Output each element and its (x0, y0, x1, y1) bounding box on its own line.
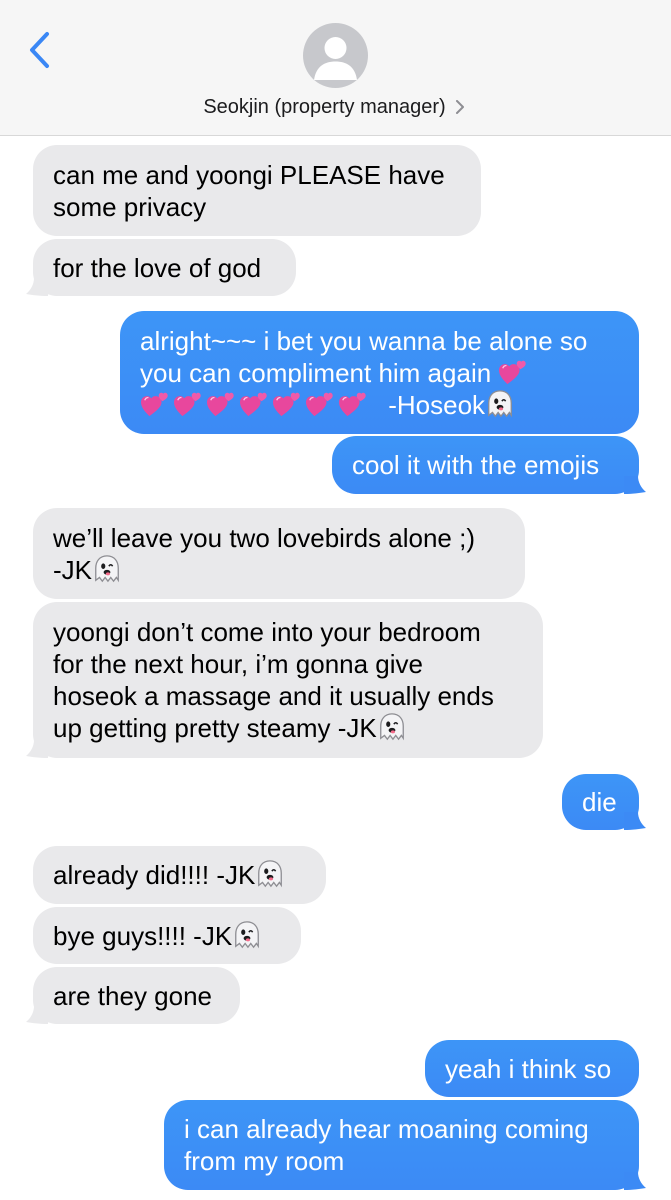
contact-name-button[interactable]: Seokjin (property manager) (0, 94, 671, 120)
bubble-tail (26, 740, 48, 758)
back-button[interactable] (22, 28, 62, 72)
ghost-icon (485, 389, 515, 419)
person-silhouette-icon (314, 37, 357, 80)
two-hearts-icon (173, 390, 203, 418)
bubble-tail (624, 812, 646, 830)
message-line: from my room (184, 1146, 345, 1176)
message-bubble-outgoing[interactable]: cool it with the emojis (332, 436, 646, 494)
message-line: die (582, 787, 617, 817)
ghost-icon (92, 554, 122, 584)
message-line: i can already hear moaning coming (184, 1114, 589, 1144)
bubble-tail (624, 476, 646, 494)
ghost-icon (232, 920, 262, 950)
message-bubble-outgoing[interactable]: yeah i think so (425, 1040, 639, 1097)
message-bubble-incoming[interactable]: are they gone (26, 967, 240, 1024)
message-line: cool it with the emojis (352, 450, 600, 480)
message-line: we’ll leave you two lovebirds alone ;) (53, 522, 475, 553)
message-line: hoseok a massage and it usually ends (53, 681, 494, 711)
message-line: -Hoseok (140, 389, 619, 421)
two-hearts-icon (498, 358, 528, 386)
message-bubble-incoming[interactable]: yoongi don’t come into your bedroom for … (26, 602, 543, 758)
message-line: -JK (53, 554, 505, 586)
message-line: up getting pretty steamy -JK (53, 712, 523, 744)
message-line: alright~~~ i bet you wanna be alone so (140, 325, 588, 356)
message-bubble-incoming[interactable]: for the love of god (26, 239, 296, 296)
message-line: for the next hour, i’m gonna give (53, 649, 424, 679)
signature: -Hoseok (388, 389, 486, 420)
bubble-tail (26, 278, 48, 296)
message-line: some privacy (53, 191, 207, 222)
bubble-tail (624, 1172, 646, 1190)
message-bubble-incoming[interactable]: can me and yoongi PLEASE have some priva… (33, 145, 481, 236)
message-line: bye guys!!!! -JK (53, 920, 281, 952)
two-hearts-icon (305, 390, 335, 418)
message-bubble-outgoing[interactable]: i can already hear moaning coming from m… (164, 1100, 646, 1190)
message-bubble-outgoing[interactable]: die (562, 774, 646, 830)
two-hearts-icon (140, 390, 170, 418)
two-hearts-icon (272, 390, 302, 418)
avatar[interactable] (303, 23, 368, 88)
ghost-icon (377, 712, 407, 742)
two-hearts-icon (239, 390, 269, 418)
message-line: already did!!!! -JK (53, 859, 306, 891)
message-bubble-incoming[interactable]: bye guys!!!! -JK (33, 907, 301, 964)
message-line: yoongi don’t come into your bedroom (53, 617, 481, 647)
message-line: can me and yoongi PLEASE have (53, 159, 445, 190)
conversation-header: Seokjin (property manager) (0, 0, 671, 136)
contact-name: Seokjin (property manager) (203, 96, 446, 118)
message-line: are they gone (53, 980, 213, 1011)
message-bubble-outgoing[interactable]: alright~~~ i bet you wanna be alone so y… (120, 311, 639, 434)
two-hearts-icon (206, 390, 236, 418)
chevron-left-icon (30, 32, 49, 68)
message-line: yeah i think so (445, 1053, 612, 1084)
two-hearts-icon (338, 390, 368, 418)
chevron-right-icon (455, 99, 464, 114)
message-line: for the love of god (53, 252, 262, 283)
message-bubble-incoming[interactable]: already did!!!! -JK (33, 846, 326, 904)
message-line: you can compliment him again (140, 357, 619, 389)
ghost-icon (255, 859, 285, 889)
bubble-tail (26, 1006, 48, 1024)
message-bubble-incoming[interactable]: we’ll leave you two lovebirds alone ;) -… (33, 508, 525, 599)
